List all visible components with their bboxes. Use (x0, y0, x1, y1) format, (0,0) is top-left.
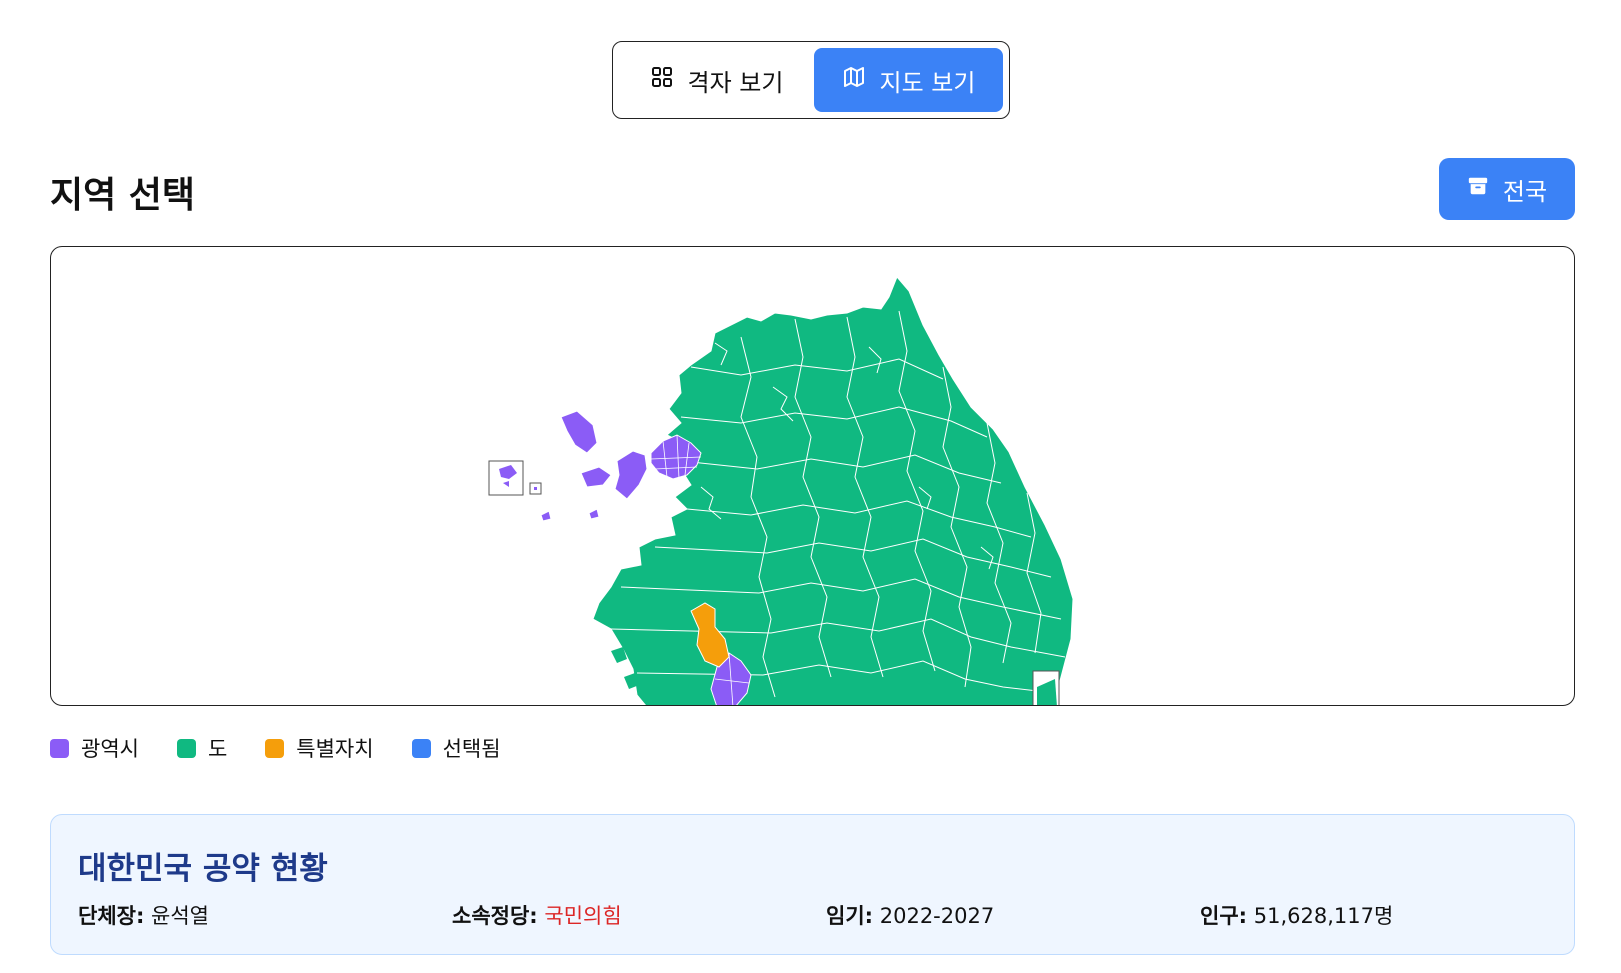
grid-view-label: 격자 보기 (687, 68, 784, 97)
korea-map-svg[interactable] (51, 247, 1575, 706)
party-label: 소속정당: (452, 904, 538, 928)
legend-label: 광역시 (81, 737, 139, 761)
legend-metro: 광역시 (50, 733, 139, 763)
national-button-label: 전국 (1502, 177, 1548, 206)
population-field: 인구: 51,628,117명 (1200, 900, 1393, 930)
inset-map-box (488, 460, 524, 496)
legend-swatch-selected (411, 738, 431, 758)
legend-label: 도 (207, 737, 228, 761)
metro-island-speck[interactable] (540, 510, 552, 522)
head-field: 단체장: 윤석열 (78, 900, 209, 930)
grid-view-button[interactable]: 격자 보기 (619, 48, 814, 112)
legend-special: 특별자치 (265, 733, 374, 763)
legend-selected: 선택됨 (411, 733, 501, 763)
map-icon (842, 65, 866, 95)
term-label: 임기: (826, 904, 874, 928)
archive-icon (1467, 175, 1489, 203)
head-value: 윤석열 (151, 904, 210, 928)
legend-label: 특별자치 (296, 737, 374, 761)
map-legend: 광역시 도 특별자치 선택됨 (50, 733, 501, 763)
map-view-button[interactable]: 지도 보기 (813, 48, 1003, 112)
legend-swatch-province (176, 738, 196, 758)
head-label: 단체장: (78, 904, 145, 928)
population-label: 인구: (1200, 904, 1248, 928)
metro-incheon-island[interactable] (580, 466, 612, 488)
legend-swatch-metro (50, 738, 69, 758)
region-select-title: 지역 선택 (50, 175, 196, 216)
party-field: 소속정당: 국민의힘 (452, 900, 622, 930)
legend-label: 선택됨 (442, 737, 501, 761)
map-view-label: 지도 보기 (879, 68, 976, 97)
term-field: 임기: 2022-2027 (826, 900, 994, 930)
metro-incheon-island[interactable] (560, 410, 598, 454)
pledge-status-card: 대한민국 공약 현황 단체장: 윤석열 소속정당: 국민의힘 임기: 2022-… (50, 814, 1575, 955)
metro-island-speck[interactable] (588, 508, 600, 520)
population-value: 51,628,117명 (1253, 904, 1394, 928)
province-region[interactable] (592, 276, 1074, 706)
term-value: 2022-2027 (879, 904, 995, 928)
card-title: 대한민국 공약 현황 (78, 851, 328, 887)
inset-map-box-east (1032, 670, 1060, 705)
view-toggle: 격자 보기 지도 보기 (612, 41, 1010, 119)
grid-icon (650, 65, 674, 95)
national-button[interactable]: 전국 (1439, 158, 1575, 220)
metro-incheon[interactable] (614, 450, 648, 500)
party-value: 국민의힘 (544, 904, 622, 928)
legend-province: 도 (176, 733, 228, 763)
inset-map-box-small (529, 482, 542, 495)
korea-map[interactable] (50, 246, 1575, 706)
legend-swatch-special (265, 738, 285, 758)
